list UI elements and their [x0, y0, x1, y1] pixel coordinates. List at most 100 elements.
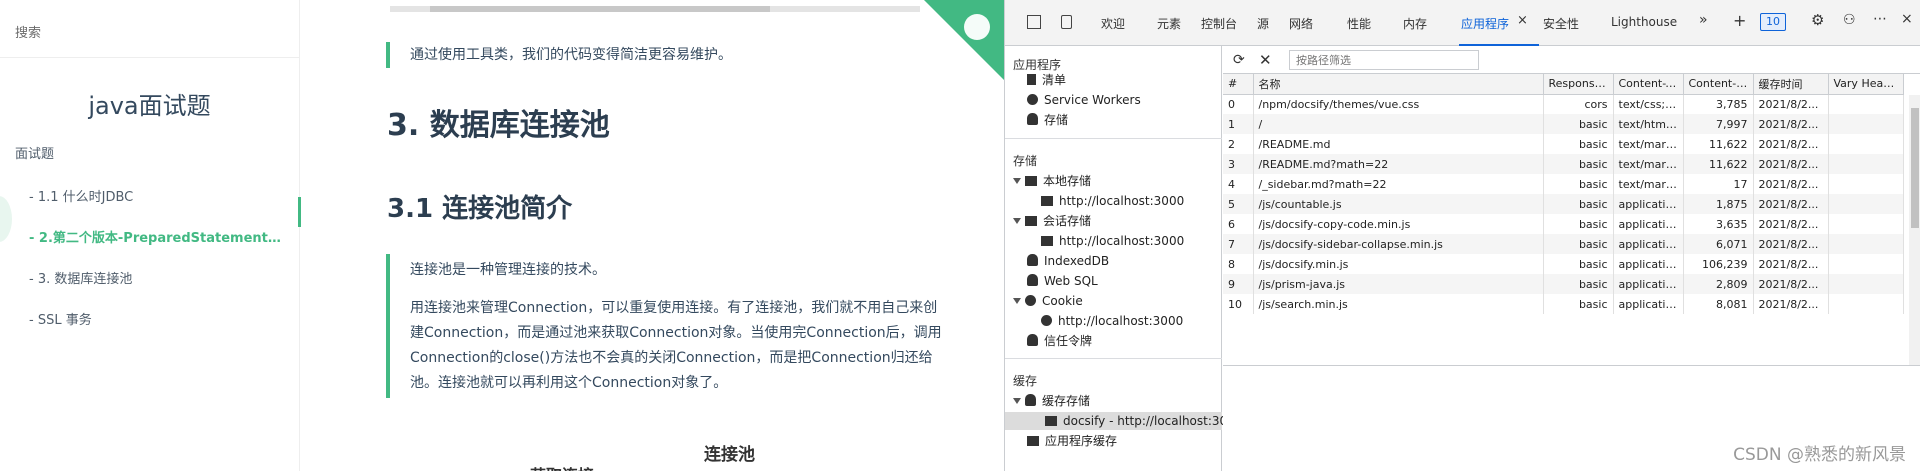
column-header-content-length[interactable]: Content-L...	[1683, 74, 1754, 95]
tab-network[interactable]: 网络	[1289, 15, 1313, 32]
tree-item-cookie-origin[interactable]: http://localhost:3000	[1041, 312, 1183, 330]
divider	[1005, 358, 1222, 359]
table-header-row: # 名称 Response... Content-T... Content-L.…	[1223, 74, 1904, 95]
cell-content-length: 3,785	[1683, 94, 1754, 114]
cell-index: 5	[1223, 194, 1254, 214]
column-header-cache-time[interactable]: 缓存时间	[1753, 74, 1829, 95]
tab-memory[interactable]: 内存	[1403, 15, 1427, 32]
column-header-index[interactable]: #	[1223, 74, 1254, 95]
cell-content-length: 1,875	[1683, 194, 1754, 214]
sidebar-item-connection-pool[interactable]: - 3. 数据库连接池	[15, 268, 285, 287]
tree-item-cache-entry-selected[interactable]: docsify - http://localhost:30	[1005, 412, 1227, 430]
cell-vary-header	[1828, 134, 1904, 154]
search-input[interactable]: 搜索	[0, 0, 299, 58]
tab-sources[interactable]: 源	[1257, 15, 1269, 32]
issues-badge[interactable]: 10	[1760, 13, 1786, 31]
gear-icon	[1027, 94, 1038, 105]
cell-name: /js/docsify-sidebar-collapse.min.js	[1253, 234, 1544, 254]
tab-security[interactable]: 安全性	[1543, 15, 1579, 32]
table-row[interactable]: 10/js/search.min.js basic applicatio... 8,0…	[1223, 294, 1904, 314]
cell-name: /	[1253, 114, 1544, 134]
tab-elements[interactable]: 元素	[1157, 15, 1181, 32]
tree-item-websql[interactable]: Web SQL	[1027, 272, 1098, 290]
github-corner[interactable]	[924, 0, 1004, 80]
tip-paragraph: 连接池是一种管理连接的技术。	[410, 262, 606, 278]
tree-item-label: 会话存储	[1043, 214, 1092, 228]
tree-item-cache-storage[interactable]: 缓存存储	[1013, 392, 1090, 410]
add-tab-icon[interactable]: +	[1733, 11, 1746, 30]
tree-item-local-storage-origin[interactable]: http://localhost:3000	[1041, 192, 1184, 210]
cell-vary-header	[1828, 214, 1904, 234]
tab-welcome[interactable]: 欢迎	[1101, 15, 1125, 32]
cell-cache-time: 2021/8/2...	[1753, 294, 1829, 314]
column-header-name[interactable]: 名称	[1253, 74, 1544, 95]
tree-item-label: Web SQL	[1044, 274, 1098, 288]
divider	[1223, 365, 1920, 366]
connect-icon[interactable]: ⚇	[1843, 12, 1856, 28]
vertical-scrollbar-thumb[interactable]	[1911, 108, 1919, 228]
table-row[interactable]: 9/js/prism-java.js basic applicatio... 2,80…	[1223, 274, 1904, 294]
table-row[interactable]: 0/npm/docsify/themes/vue.css cors text/css…	[1223, 94, 1904, 114]
cell-name: /README.md	[1253, 134, 1544, 154]
chevron-down-icon[interactable]	[1013, 218, 1021, 224]
tip-block-pool: 连接池是一种管理连接的技术。 用连接池来管理Connection，可以重复使用连…	[386, 254, 946, 398]
cell-response-type: basic	[1543, 174, 1614, 194]
chevron-down-icon[interactable]	[1013, 398, 1021, 404]
column-header-vary-header[interactable]: Vary Head...	[1828, 74, 1904, 95]
tab-lighthouse[interactable]: Lighthouse	[1611, 15, 1677, 29]
tree-item-label: Cookie	[1042, 294, 1083, 308]
tip-text: 通过使用工具类，我们的代码变得简洁更容易维护。	[410, 47, 732, 63]
github-icon[interactable]	[964, 14, 990, 40]
table-row[interactable]: 8/js/docsify.min.js basic applicatio... 106…	[1223, 254, 1904, 274]
clear-icon[interactable]: ✕	[1259, 51, 1272, 69]
cell-index: 2	[1223, 134, 1254, 154]
chevron-down-icon[interactable]	[1013, 178, 1021, 184]
tab-performance[interactable]: 性能	[1347, 15, 1371, 32]
cell-vary-header	[1828, 194, 1904, 214]
table-row[interactable]: 3/README.md?math=22 basic text/mark... 11,6…	[1223, 154, 1904, 174]
gear-icon[interactable]: ⚙	[1811, 11, 1824, 29]
tree-item-label: 信任令牌	[1044, 334, 1093, 348]
tree-item-manifest[interactable]: 清单	[1027, 71, 1066, 89]
sidebar-item-ssl-transaction[interactable]: - SSL 事务	[15, 309, 285, 328]
tree-item-service-workers[interactable]: Service Workers	[1027, 91, 1141, 109]
tree-item-session-storage[interactable]: 会话存储	[1013, 212, 1091, 230]
tab-application[interactable]: 应用程序	[1461, 15, 1509, 32]
table-row[interactable]: 6/js/docsify-copy-code.min.js basic applic…	[1223, 214, 1904, 234]
tree-item-cookie[interactable]: Cookie	[1013, 292, 1083, 310]
close-tab-icon[interactable]: ×	[1517, 13, 1528, 28]
filter-by-path-input[interactable]	[1289, 50, 1479, 70]
table-row[interactable]: 2/README.md basic text/mark... 11,622 2021/8…	[1223, 134, 1904, 154]
tree-item-session-storage-origin[interactable]: http://localhost:3000	[1041, 232, 1184, 250]
cell-response-type: basic	[1543, 154, 1614, 174]
more-tabs-icon[interactable]: »	[1699, 12, 1708, 28]
tree-item-storage[interactable]: 存储	[1027, 111, 1068, 129]
tree-item-local-storage[interactable]: 本地存储	[1013, 172, 1091, 190]
inspect-element-icon[interactable]	[1027, 15, 1041, 29]
app-name[interactable]: java面试题	[0, 86, 299, 121]
sidebar-group-title[interactable]: 面试题	[15, 143, 299, 162]
cell-name: /js/docsify-copy-code.min.js	[1253, 214, 1544, 234]
tree-item-app-cache[interactable]: 应用程序缓存	[1027, 432, 1117, 450]
device-toolbar-icon[interactable]	[1061, 15, 1072, 29]
tab-console[interactable]: 控制台	[1201, 15, 1237, 32]
horizontal-scrollbar-thumb[interactable]	[430, 6, 770, 12]
table-row[interactable]: 5/js/countable.js basic applicatio... 1,875…	[1223, 194, 1904, 214]
tree-item-indexeddb[interactable]: IndexedDB	[1027, 252, 1109, 270]
more-menu-icon[interactable]: ⋯	[1873, 11, 1887, 27]
column-header-content-type[interactable]: Content-T...	[1613, 74, 1684, 95]
column-header-response-type[interactable]: Response...	[1543, 74, 1614, 95]
close-devtools-icon[interactable]: ×	[1901, 11, 1913, 27]
table-row[interactable]: 7/js/docsify-sidebar-collapse.min.js basi…	[1223, 234, 1904, 254]
chevron-down-icon[interactable]	[1013, 298, 1021, 304]
cell-content-type: applicatio...	[1613, 254, 1684, 274]
table-row[interactable]: 1/basic text/html;... 7,997 2021/8/2...	[1223, 114, 1904, 134]
refresh-icon[interactable]: ⟳	[1233, 52, 1245, 68]
cell-content-length: 17	[1683, 174, 1754, 194]
section-cache-title: 缓存	[1013, 374, 1038, 388]
sidebar-item-prepared-statement[interactable]: - 2.第二个版本-PreparedStatement=》防…	[15, 227, 285, 246]
tree-item-trust-tokens[interactable]: 信任令牌	[1027, 332, 1092, 350]
table-row[interactable]: 4/_sidebar.md?math=22 basic text/mark... 17…	[1223, 174, 1904, 194]
sidebar-item-jdbc[interactable]: - 1.1 什么时JDBC	[15, 186, 285, 205]
tree-item-label: 存储	[1044, 113, 1069, 127]
